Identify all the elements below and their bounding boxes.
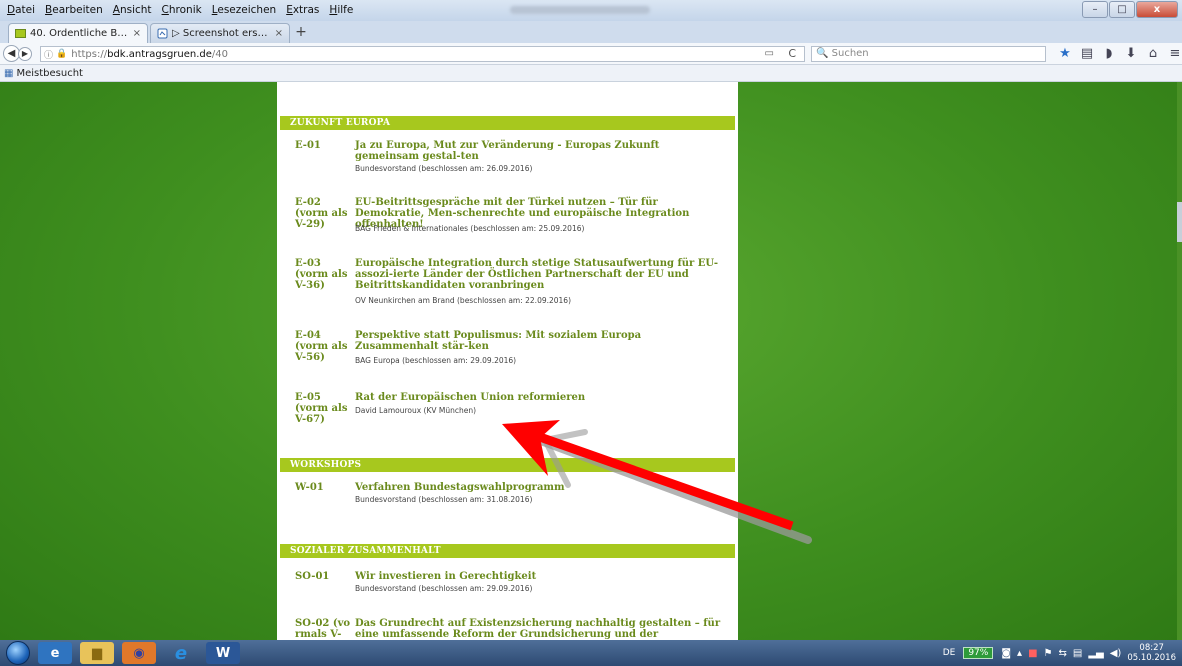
motion-initiator: OV Neunkirchen am Brand (beschlossen am:… <box>355 296 572 305</box>
taskbar-explorer-icon[interactable]: ▆ <box>80 642 114 664</box>
tray-app-icon[interactable]: ◙ <box>1001 648 1011 659</box>
tab-screenshot-erstellen[interactable]: ▷ Screenshot erstellen – so... × <box>150 23 290 43</box>
new-tab-button[interactable]: + <box>292 24 310 42</box>
menu-bar: Datei Bearbeiten Ansicht Chronik Lesezei… <box>0 0 358 21</box>
motion-title-link[interactable]: Rat der Europäischen Union reformieren <box>355 392 723 403</box>
motion-title-link[interactable]: Ja zu Europa, Mut zur Veränderung - Euro… <box>355 140 723 162</box>
taskbar-internet-explorer-icon[interactable]: e <box>164 642 198 664</box>
battery-indicator[interactable]: 97% <box>963 647 994 659</box>
toolbar-icons: ★ ▤ ◗ ⬇ ⌂ ≡ <box>1054 45 1182 63</box>
bookmark-star-icon[interactable]: ★ <box>1054 45 1076 63</box>
tray-network-icon[interactable]: ⇆ <box>1059 648 1067 659</box>
search-input[interactable]: 🔍 Suchen <box>811 46 1046 62</box>
section-header-sozialer-zusammenhalt: Sozialer Zusammenhalt <box>280 544 735 558</box>
page-favicon-icon <box>15 29 26 38</box>
site-info-icon[interactable]: ⓘ <box>44 48 53 61</box>
window-titlebar: Datei Bearbeiten Ansicht Chronik Lesezei… <box>0 0 1182 21</box>
start-button[interactable] <box>6 641 30 665</box>
menu-hamburger-icon[interactable]: ≡ <box>1164 45 1182 63</box>
url-scheme: https:// <box>71 48 108 60</box>
motion-code: W-01 <box>295 482 324 493</box>
clock-time: 08:27 <box>1139 643 1164 653</box>
menu-ansicht[interactable]: Ansicht <box>108 0 157 21</box>
motion-initiator: Bundesvorstand (beschlossen am: 31.08.20… <box>355 495 533 504</box>
clock-date: 05.10.2016 <box>1127 653 1176 663</box>
motion-code: E-03 (vorm als V-36) <box>295 258 348 291</box>
motion-title-link[interactable]: Wir investieren in Gerechtigkeit <box>355 571 723 582</box>
motion-code: SO-02 (vo rmals V-15 <box>295 618 351 640</box>
section-header-zukunft-europa: Zukunft Europa <box>280 116 735 130</box>
motion-code: E-05 (vorm als V-67) <box>295 392 348 425</box>
tray-security-icon[interactable]: ■ <box>1028 648 1037 659</box>
motion-code: E-02 (vorm als V-29) <box>295 197 348 230</box>
window-controls: – □ x <box>1081 1 1178 18</box>
motion-title-link[interactable]: Das Grundrecht auf Existenzsicherung nac… <box>355 618 723 640</box>
windows-taskbar: e ▆ ◉ e W DE 97% ◙ ▴ ■ ⚑ ⇆ ▤ ▂▄ ◀) 08:27… <box>0 640 1182 666</box>
tray-volume-icon[interactable]: ◀) <box>1110 648 1122 659</box>
menu-chronik[interactable]: Chronik <box>157 0 207 21</box>
motion-code: E-04 (vorm als V-56) <box>295 330 348 363</box>
section-header-workshops: Workshops <box>280 458 735 472</box>
home-icon[interactable]: ⌂ <box>1142 45 1164 63</box>
menu-hilfe[interactable]: Hilfe <box>324 0 358 21</box>
motion-initiator: Bundesvorstand (beschlossen am: 29.09.20… <box>355 584 533 593</box>
maximize-button[interactable]: □ <box>1109 1 1135 18</box>
tab-bar: 40. Ordentliche Bundesdel... × ▷ Screens… <box>0 21 1182 43</box>
taskbar-word-icon[interactable]: W <box>206 642 240 664</box>
taskbar-firefox-icon[interactable]: ◉ <box>122 642 156 664</box>
motion-initiator: BAG Frieden & Internationales (beschloss… <box>355 224 585 233</box>
motion-initiator: BAG Europa (beschlossen am: 29.09.2016) <box>355 356 517 365</box>
taskbar-ie-icon[interactable]: e <box>38 642 72 664</box>
tray-chevron-icon[interactable]: ▴ <box>1017 648 1022 659</box>
blurred-window-title <box>510 6 650 14</box>
forward-button[interactable]: ▶ <box>18 46 32 61</box>
chip-favicon-icon <box>157 28 168 39</box>
url-path: /40 <box>211 48 229 60</box>
menu-datei[interactable]: Datei <box>2 0 40 21</box>
motion-list: Zukunft Europa E-01 Ja zu Europa, Mut zu… <box>277 82 738 640</box>
motion-initiator: David Lamouroux (KV München) <box>355 406 477 415</box>
bookmark-meistbesucht[interactable]: Meistbesucht <box>16 68 83 79</box>
downloads-icon[interactable]: ⬇ <box>1120 45 1142 63</box>
page-scrollbar[interactable] <box>1177 82 1182 640</box>
motion-title-link[interactable]: Europäische Integration durch stetige St… <box>355 258 723 291</box>
motion-code: SO-01 <box>295 571 330 582</box>
system-tray: DE 97% ◙ ▴ ■ ⚑ ⇆ ▤ ▂▄ ◀) 08:27 05.10.201… <box>943 640 1182 666</box>
motion-title-link[interactable]: Verfahren Bundestagswahlprogramm <box>355 482 723 493</box>
motion-code: E-01 <box>295 140 321 151</box>
system-clock[interactable]: 08:27 05.10.2016 <box>1127 643 1176 663</box>
bookmarks-library-icon[interactable]: ▤ <box>1076 45 1098 63</box>
menu-extras[interactable]: Extras <box>281 0 324 21</box>
tray-printer-icon[interactable]: ▤ <box>1073 648 1082 659</box>
pocket-icon[interactable]: ◗ <box>1098 45 1120 63</box>
tab-close-icon[interactable]: × <box>275 28 283 39</box>
tab-bundesdelegierte[interactable]: 40. Ordentliche Bundesdel... × <box>8 23 148 43</box>
scrollbar-thumb[interactable] <box>1177 202 1182 242</box>
most-visited-icon: ▦ <box>4 67 14 79</box>
navigation-bar: ◀ ▶ ⓘ 🔒 https://bdk.antragsgruen.de/40 ▭… <box>0 43 1182 65</box>
tab-close-icon[interactable]: × <box>133 28 141 39</box>
page-viewport: Zukunft Europa E-01 Ja zu Europa, Mut zu… <box>0 82 1182 640</box>
lock-icon: 🔒 <box>56 49 68 59</box>
tab-label: ▷ Screenshot erstellen – so... <box>172 28 271 39</box>
language-indicator[interactable]: DE <box>943 648 956 658</box>
minimize-button[interactable]: – <box>1082 1 1108 18</box>
url-bar[interactable]: ⓘ 🔒 https://bdk.antragsgruen.de/40 ▭ C <box>40 46 805 62</box>
url-host: bdk.antragsgruen.de <box>107 48 212 60</box>
tray-flag-icon[interactable]: ⚑ <box>1044 648 1053 659</box>
reload-icon[interactable]: C <box>788 47 796 60</box>
close-button[interactable]: x <box>1136 1 1178 18</box>
tray-signal-icon[interactable]: ▂▄ <box>1088 648 1103 659</box>
menu-lesezeichen[interactable]: Lesezeichen <box>207 0 282 21</box>
motion-initiator: Bundesvorstand (beschlossen am: 26.09.20… <box>355 164 533 173</box>
bookmarks-bar: ▦ Meistbesucht <box>0 65 1182 82</box>
menu-bearbeiten[interactable]: Bearbeiten <box>40 0 108 21</box>
reader-view-icon[interactable]: ▭ <box>765 48 774 59</box>
motion-title-link[interactable]: Perspektive statt Populismus: Mit sozial… <box>355 330 723 352</box>
tab-label: 40. Ordentliche Bundesdel... <box>30 28 129 39</box>
